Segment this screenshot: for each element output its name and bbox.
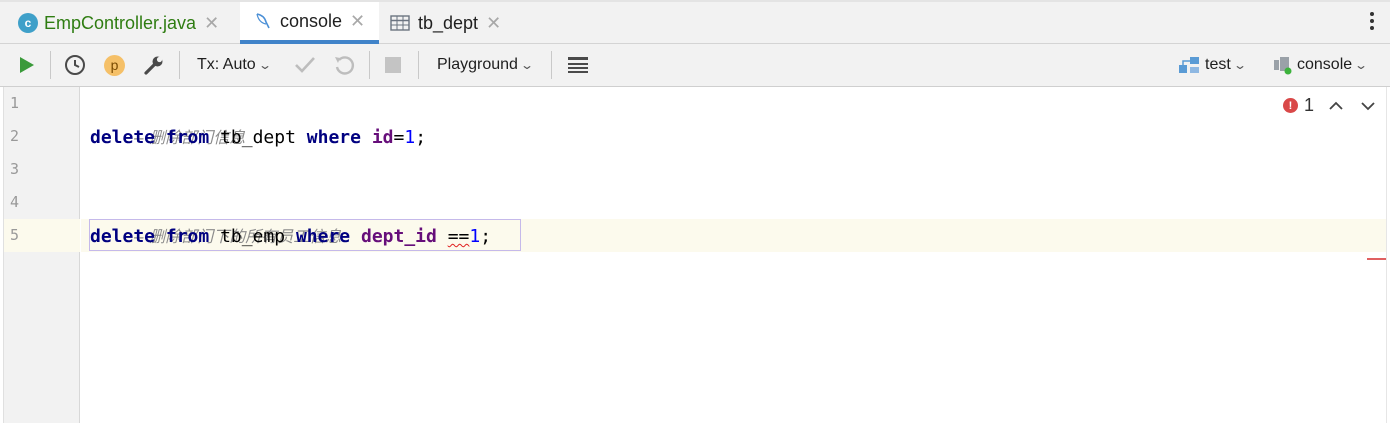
stop-button[interactable]: [385, 44, 401, 86]
run-button[interactable]: [18, 44, 36, 86]
output-layout-button[interactable]: [567, 44, 589, 86]
error-count: 1: [1304, 95, 1315, 115]
column-name: id: [371, 127, 394, 148]
line-number: 3: [10, 160, 20, 178]
line-number: 1: [10, 94, 20, 112]
inspection-widget[interactable]: ! 1: [1283, 95, 1376, 116]
statement-terminator: ;: [415, 127, 427, 148]
toolbar-divider: [418, 51, 419, 79]
table-name: tb_dept: [220, 127, 296, 148]
chevron-down-icon[interactable]: [1360, 100, 1376, 112]
commit-button[interactable]: [294, 44, 316, 86]
session-icon: [1272, 55, 1294, 75]
transaction-mode-dropdown[interactable]: Tx: Auto ⌄: [197, 44, 272, 86]
line-number: 4: [10, 193, 20, 211]
tab-label: console: [280, 10, 343, 31]
datasource-dropdown[interactable]: test ⌄: [1178, 44, 1247, 86]
tab-console[interactable]: console ✕: [240, 2, 379, 44]
code-line-1: -- 删除部门信息: [90, 88, 245, 147]
clock-icon: [65, 55, 85, 75]
close-icon[interactable]: ✕: [350, 11, 365, 32]
datasource-label: test: [1205, 56, 1231, 73]
playground-label: Playground: [437, 56, 518, 73]
sql-keyword: where: [306, 127, 361, 148]
line-number: 2: [10, 127, 20, 145]
rollback-button[interactable]: [333, 44, 355, 86]
error-icon: !: [1283, 98, 1298, 113]
parameters-button[interactable]: p: [104, 44, 125, 86]
line-number: 5: [10, 226, 20, 244]
history-button[interactable]: [64, 44, 86, 86]
sql-keyword: delete: [90, 127, 156, 148]
close-icon[interactable]: ✕: [204, 13, 219, 34]
stop-icon: [385, 57, 401, 73]
tab-emp-controller[interactable]: c EmpController.java ✕: [18, 2, 219, 44]
datasource-icon: [1179, 57, 1199, 73]
more-options-icon[interactable]: [1370, 12, 1376, 30]
syntax-error-operator: ==: [447, 226, 470, 247]
sql-editor[interactable]: 1 2 3 4 5 -- 删除部门信息 delete from tb_dept …: [0, 87, 1390, 423]
table-icon: [390, 15, 410, 31]
editor-right-edge: [1386, 87, 1387, 423]
table-output-icon: [568, 57, 588, 73]
chevron-down-icon: ⌄: [257, 58, 272, 72]
toolbar-divider: [179, 51, 180, 79]
session-dropdown[interactable]: console ⌄: [1272, 44, 1369, 86]
toolbar-divider: [50, 51, 51, 79]
chevron-up-icon[interactable]: [1328, 100, 1344, 112]
sql-keyword: from: [165, 226, 210, 247]
wrench-icon: [144, 56, 163, 75]
code-line-4: -- 删除部门下的所有员工信息: [90, 187, 341, 246]
toolbar-divider: [551, 51, 552, 79]
operator: =: [393, 127, 405, 148]
tx-mode-label: Tx: Auto: [197, 56, 256, 73]
number-literal: 1: [469, 226, 481, 247]
sql-console-icon: [254, 12, 272, 30]
number-literal: 1: [404, 127, 416, 148]
code-line-2: delete from tb_dept where id=1;: [90, 121, 426, 154]
tab-tb-dept[interactable]: tb_dept ✕: [390, 2, 501, 44]
tab-label: tb_dept: [418, 12, 479, 33]
java-class-icon: c: [18, 13, 38, 33]
console-toolbar: p Tx: Auto ⌄ Playground ⌄ test ⌄ console ⌄: [0, 44, 1390, 87]
play-icon: [20, 57, 34, 73]
chevron-down-icon: ⌄: [519, 58, 535, 72]
p-badge-icon: p: [104, 54, 125, 76]
chevron-down-icon: ⌄: [1354, 58, 1369, 72]
settings-button[interactable]: [143, 44, 165, 86]
sql-keyword: where: [295, 226, 351, 247]
session-label: console: [1297, 56, 1353, 73]
toolbar-divider: [369, 51, 370, 79]
checkmark-icon: [295, 57, 315, 73]
error-stripe-marker[interactable]: [1367, 258, 1386, 260]
editor-tab-bar: c EmpController.java ✕ console ✕ tb_dept…: [0, 0, 1390, 44]
close-icon[interactable]: ✕: [486, 13, 501, 34]
playground-dropdown[interactable]: Playground ⌄: [437, 44, 535, 86]
statement-terminator: ;: [480, 226, 492, 247]
column-name: dept_id: [360, 226, 437, 247]
table-name: tb_emp: [220, 226, 286, 247]
sql-keyword: from: [165, 127, 210, 148]
tab-label: EmpController.java: [44, 12, 197, 33]
sql-keyword: delete: [90, 226, 156, 247]
code-line-5: delete from tb_emp where dept_id ==1;: [90, 220, 491, 253]
chevron-down-icon: ⌄: [1232, 58, 1247, 72]
undo-icon: [335, 56, 354, 75]
